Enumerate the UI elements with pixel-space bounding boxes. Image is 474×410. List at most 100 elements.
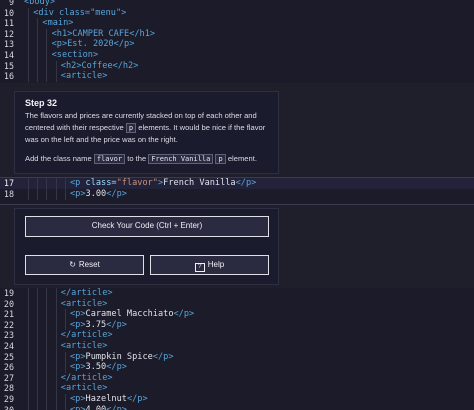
- indent-guide: [46, 393, 48, 405]
- line-number: 26: [3, 362, 14, 373]
- indent-guide: [55, 189, 57, 200]
- code-line[interactable]: 23 </article>: [0, 330, 474, 341]
- indent-guide: [46, 319, 48, 331]
- indent-guide: [37, 319, 39, 331]
- inline-code-french-vanilla: French Vanilla: [148, 154, 214, 164]
- indent-guide: [46, 39, 48, 50]
- check-code-label: Check Your Code (Ctrl + Enter): [91, 221, 203, 230]
- code-text: </article>: [60, 372, 113, 383]
- indent-guide: [28, 351, 29, 363]
- step-text-c: Add the class name: [25, 154, 94, 163]
- code-text: <p>4.00</p>: [70, 404, 127, 410]
- step-instructions-panel: Step 32 The flavors and prices are curre…: [14, 91, 279, 174]
- help-button[interactable]: ? Help: [150, 255, 269, 275]
- line-number: 16: [3, 71, 14, 82]
- step-text-d: to the: [125, 154, 149, 163]
- code-text: <section>: [51, 49, 99, 60]
- help-label: Help: [207, 260, 225, 269]
- indent-guide: [28, 49, 29, 61]
- indent-guide: [64, 309, 66, 320]
- indent-guide: [46, 60, 48, 72]
- code-text: <article>: [60, 298, 108, 309]
- code-line[interactable]: 9 <body>: [0, 0, 474, 8]
- indent-guide: [28, 7, 29, 19]
- line-number: 15: [3, 60, 14, 71]
- line-number: 12: [3, 28, 14, 39]
- code-editor-editable[interactable]: 17 <p class="flavor">French Vanilla</p> 18…: [0, 178, 474, 204]
- indent-guide: [37, 330, 39, 341]
- check-code-button[interactable]: Check Your Code (Ctrl + Enter): [25, 216, 269, 237]
- code-line[interactable]: 13 <p>Est. 2020</p>: [0, 39, 474, 50]
- indent-guide: [55, 288, 57, 299]
- inline-code-p-2: p: [215, 154, 226, 164]
- indent-guide: [46, 362, 48, 373]
- indent-guide: [64, 189, 66, 200]
- code-line[interactable]: 12 <h1>CAMPER CAFE</h1>: [0, 28, 474, 40]
- indent-guide: [55, 351, 57, 363]
- code-line[interactable]: 14 <section>: [0, 49, 474, 61]
- line-number: 28: [3, 383, 14, 394]
- code-editor-top[interactable]: 9 <body> 10 <div class="menu"> 11 <main> 12 <h1…: [0, 0, 474, 83]
- editor-divider: [0, 204, 474, 205]
- code-line[interactable]: 20 <article>: [0, 298, 474, 310]
- indent-guide: [46, 298, 48, 310]
- line-number: 14: [3, 49, 14, 60]
- line-number: 22: [3, 319, 14, 330]
- code-line[interactable]: 18 <p>3.00</p>: [0, 189, 474, 200]
- code-line[interactable]: 26 <p>3.50</p>: [0, 362, 474, 373]
- indent-guide: [37, 309, 39, 320]
- code-line[interactable]: 24 <article>: [0, 340, 474, 352]
- indent-guide: [55, 319, 57, 331]
- indent-guide: [37, 71, 39, 82]
- code-line[interactable]: 29 <p>Hazelnut</p>: [0, 393, 474, 405]
- code-line[interactable]: 10 <div class="menu">: [0, 7, 474, 19]
- line-number: 27: [3, 372, 14, 383]
- indent-guide: [37, 393, 39, 405]
- indent-guide: [37, 404, 39, 410]
- code-text: <article>: [60, 71, 108, 82]
- indent-guide: [64, 351, 66, 363]
- indent-guide: [28, 28, 29, 40]
- code-line[interactable]: 25 <p>Pumpkin Spice</p>: [0, 351, 474, 363]
- step-task: Add the class name flavor to the French …: [25, 153, 271, 165]
- indent-guide: [28, 298, 29, 310]
- line-number: 21: [3, 309, 14, 320]
- code-text: <p>3.75</p>: [70, 319, 127, 330]
- indent-guide: [46, 309, 48, 320]
- indent-guide: [64, 404, 66, 410]
- code-line[interactable]: 22 <p>3.75</p>: [0, 319, 474, 331]
- line-number: 13: [3, 39, 14, 50]
- line-number: 29: [3, 393, 14, 404]
- code-line[interactable]: 19 </article>: [0, 288, 474, 299]
- line-number: 10: [3, 7, 14, 18]
- indent-guide: [55, 340, 57, 352]
- indent-guide: [55, 383, 57, 394]
- indent-guide: [28, 309, 29, 320]
- reset-button[interactable]: ↻ Reset: [25, 255, 144, 275]
- indent-guide: [64, 393, 66, 405]
- reset-label: Reset: [78, 260, 100, 269]
- code-editor-bottom[interactable]: 19 </article> 20 <article> 21 <p>Caramel Macc…: [0, 288, 474, 410]
- step-description: The flavors and prices are currently sta…: [25, 110, 271, 146]
- indent-guide: [46, 71, 48, 82]
- indent-guide: [37, 49, 39, 61]
- code-line[interactable]: 15 <h2>Coffee</h2>: [0, 60, 474, 72]
- indent-guide: [55, 60, 57, 72]
- indent-guide: [28, 340, 29, 352]
- code-text: <article>: [60, 383, 108, 394]
- code-line[interactable]: 27 </article>: [0, 372, 474, 384]
- indent-guide: [55, 393, 57, 405]
- indent-guide: [28, 71, 29, 82]
- code-line[interactable]: 21 <p>Caramel Macchiato</p>: [0, 309, 474, 320]
- indent-guide: [37, 18, 39, 29]
- code-line[interactable]: 16 <article>: [0, 71, 474, 82]
- indent-guide: [28, 189, 29, 200]
- line-number: 17: [3, 178, 14, 188]
- indent-guide: [46, 404, 48, 410]
- code-text: <p>Caramel Macchiato</p>: [70, 309, 195, 320]
- code-line[interactable]: 30 <p>4.00</p>: [0, 404, 474, 410]
- code-line[interactable]: 11 <main>: [0, 18, 474, 29]
- code-line[interactable]: 17 <p class="flavor">French Vanilla</p>: [0, 178, 474, 189]
- code-line[interactable]: 28 <article>: [0, 383, 474, 394]
- indent-guide: [37, 288, 39, 299]
